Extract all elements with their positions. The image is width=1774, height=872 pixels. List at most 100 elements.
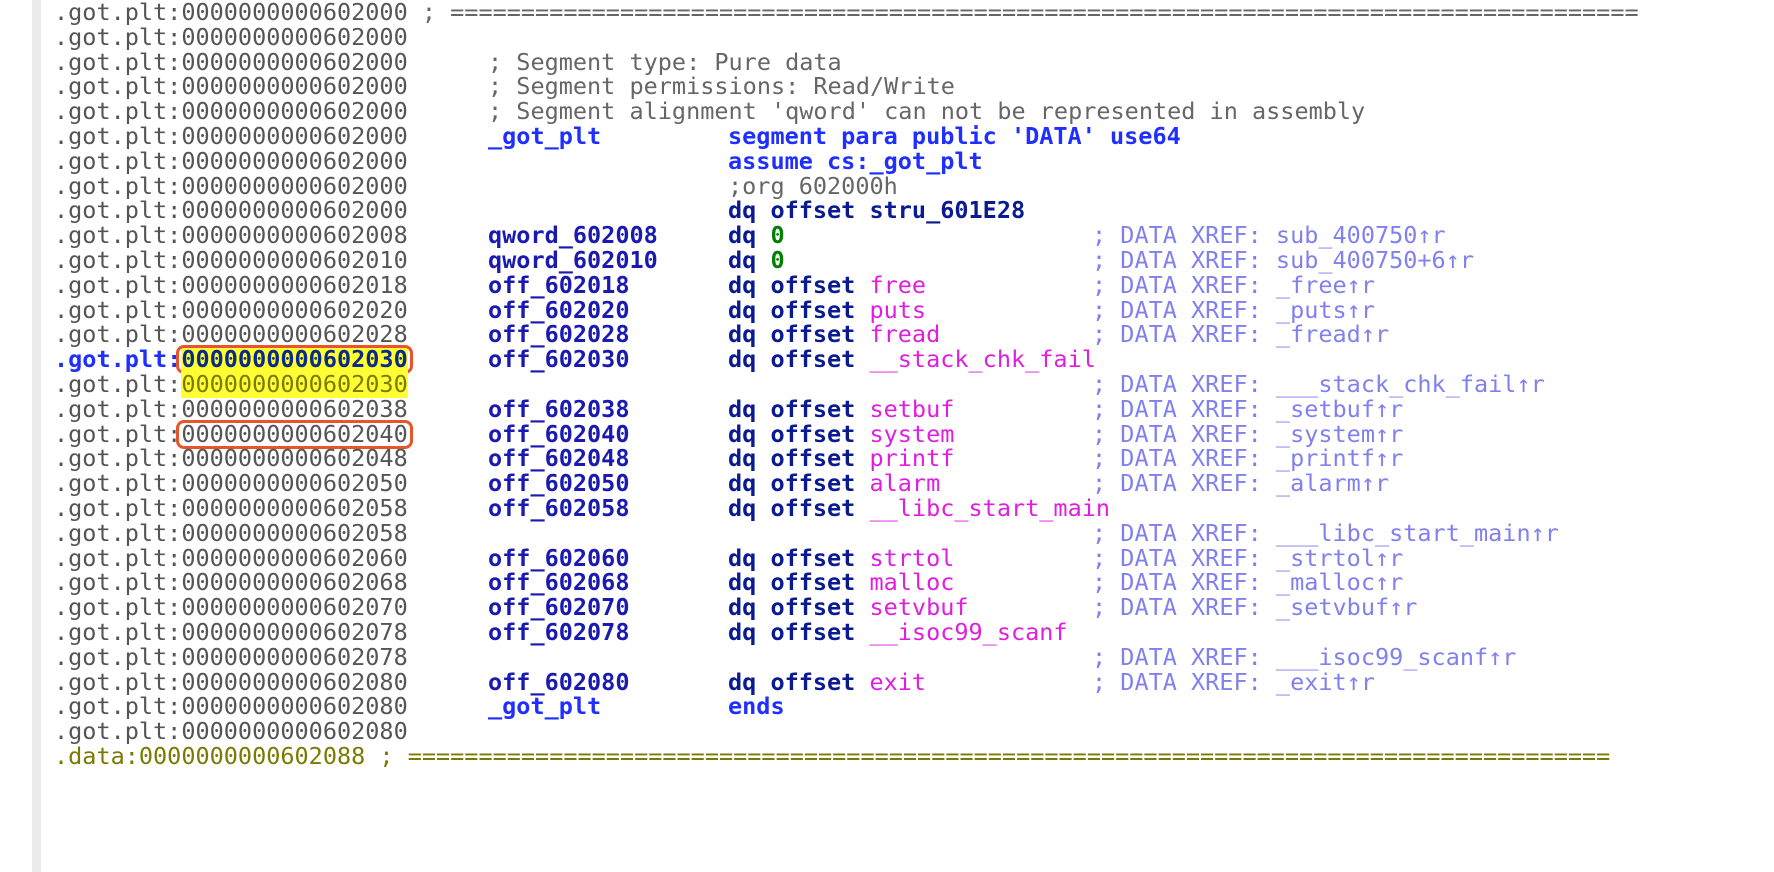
label-name[interactable]: qword_602010 xyxy=(488,248,658,273)
label-name[interactable]: off_602030 xyxy=(488,347,629,372)
operand[interactable]: setbuf xyxy=(855,395,954,423)
operand[interactable]: __isoc99_scanf xyxy=(855,618,1067,646)
instruction[interactable]: dq offset system xyxy=(728,420,954,448)
listing-row[interactable]: .got.plt:0000000000602040 off_602040 dq of… xyxy=(54,419,1774,449)
data-xref-comment[interactable]: ; DATA XREF: _system↑r xyxy=(1092,421,1403,447)
instruction[interactable]: dq offset __isoc99_scanf xyxy=(728,620,1068,645)
listing-row[interactable]: .got.plt:0000000000602000 ; ============… xyxy=(54,0,1774,25)
address[interactable]: 0000000000602070 xyxy=(181,593,407,621)
address[interactable]: 0000000000602000 xyxy=(181,147,407,175)
listing-row[interactable]: .got.plt:0000000000602018 off_602018 dq of… xyxy=(54,271,1774,299)
address[interactable]: 0000000000602058 xyxy=(181,494,407,522)
address[interactable]: 0000000000602080 xyxy=(181,668,407,696)
address[interactable]: 0000000000602058 xyxy=(181,519,407,547)
label-name[interactable]: off_602028 xyxy=(488,322,629,347)
operand[interactable]: system xyxy=(855,420,954,448)
data-xref-comment[interactable]: ; DATA XREF: _setvbuf↑r xyxy=(1092,595,1417,620)
address[interactable]: 0000000000602080 xyxy=(181,692,407,720)
instruction[interactable]: dq offset puts xyxy=(728,297,926,323)
operand[interactable]: alarm xyxy=(855,469,940,497)
listing-row[interactable]: .got.plt:0000000000602078 ; DATA XREF: __… xyxy=(54,643,1774,671)
listing-row[interactable]: .got.plt:0000000000602030 ; DATA XREF: __… xyxy=(54,369,1774,398)
listing-row[interactable]: .got.plt:0000000000602068 off_602068 dq of… xyxy=(54,570,1774,595)
listing-row[interactable]: .got.plt:0000000000602000 xyxy=(54,23,1774,51)
operand[interactable]: exit xyxy=(855,668,926,696)
listing-row[interactable]: .got.plt:0000000000602008 qword_602008 dq … xyxy=(54,223,1774,248)
listing-row[interactable]: .got.plt:0000000000602058 ; DATA XREF: __… xyxy=(54,519,1774,547)
listing-row[interactable]: .got.plt:0000000000602078 off_602078 dq of… xyxy=(54,620,1774,645)
address[interactable]: 0000000000602078 xyxy=(181,643,407,671)
address[interactable]: 0000000000602000 xyxy=(181,72,407,100)
label-name[interactable]: _got_plt xyxy=(488,124,601,149)
data-xref-comment[interactable]: ; DATA XREF: ___isoc99_scanf↑r xyxy=(1092,644,1516,670)
data-xref-comment[interactable]: ; DATA XREF: sub_400750+6↑r xyxy=(1092,248,1474,273)
listing-row[interactable]: .got.plt:0000000000602080 _got_plt ends xyxy=(54,694,1774,719)
instruction[interactable]: dq 0 xyxy=(728,223,785,248)
operand[interactable]: printf xyxy=(855,444,954,472)
operand[interactable]: malloc xyxy=(855,568,954,596)
address[interactable]: 0000000000602010 xyxy=(181,246,407,274)
operand[interactable]: __stack_chk_fail xyxy=(855,345,1095,373)
operand[interactable]: fread xyxy=(855,320,940,348)
instruction[interactable]: dq 0 xyxy=(728,248,785,273)
instruction[interactable]: segment para public 'DATA' use64 xyxy=(728,124,1181,149)
listing-row[interactable]: .got.plt:0000000000602000 ; Segment type:… xyxy=(54,49,1774,75)
data-xref-comment[interactable]: ; DATA XREF: _alarm↑r xyxy=(1092,471,1389,496)
instruction[interactable]: dq offset setvbuf xyxy=(728,595,969,620)
label-name[interactable]: off_602070 xyxy=(488,595,629,620)
address[interactable]: 0000000000602000 xyxy=(181,23,407,51)
address[interactable]: 0000000000602000 xyxy=(181,97,407,125)
instruction[interactable]: ends xyxy=(728,694,785,719)
label-name[interactable]: off_602068 xyxy=(488,570,629,595)
label-name[interactable]: off_602018 xyxy=(488,272,629,298)
listing-row[interactable]: .got.plt:0000000000602038 off_602038 dq of… xyxy=(54,395,1774,423)
listing-row[interactable]: .data:0000000000602088 ; ===============… xyxy=(54,744,1774,769)
address[interactable]: 0000000000602068 xyxy=(181,568,407,596)
address[interactable]: 0000000000602000 xyxy=(181,172,407,200)
listing-row[interactable]: .got.plt:0000000000602080 off_602080 dq of… xyxy=(54,668,1774,696)
listing-row[interactable]: .got.plt:0000000000602048 off_602048 dq of… xyxy=(54,446,1774,471)
address[interactable]: 0000000000602020 xyxy=(181,296,407,324)
instruction[interactable]: dq offset __libc_start_main xyxy=(728,496,1110,521)
instruction[interactable]: dq offset alarm xyxy=(728,471,940,496)
operand[interactable]: 0 xyxy=(756,221,784,249)
data-xref-comment[interactable]: ; DATA XREF: _setbuf↑r xyxy=(1092,396,1403,422)
address[interactable]: 0000000000602078 xyxy=(181,618,407,646)
listing-row[interactable]: .got.plt:0000000000602000 ;org 602000h xyxy=(54,172,1774,200)
instruction[interactable]: dq offset strtol xyxy=(728,545,954,571)
instruction[interactable]: dq offset fread xyxy=(728,322,940,347)
address[interactable]: 0000000000602028 xyxy=(181,320,407,348)
listing-row[interactable]: .got.plt:0000000000602070 off_602070 dq of… xyxy=(54,595,1774,620)
data-xref-comment[interactable]: ; DATA XREF: ___libc_start_main↑r xyxy=(1092,520,1559,546)
label-name[interactable]: off_602048 xyxy=(488,446,629,471)
address[interactable]: 0000000000602018 xyxy=(181,271,407,299)
label-name[interactable]: off_602050 xyxy=(488,471,629,496)
address[interactable]: 0000000000602050 xyxy=(181,469,407,497)
instruction[interactable]: dq offset free xyxy=(728,271,926,299)
label-name[interactable]: off_602020 xyxy=(488,297,629,323)
listing-row[interactable]: .got.plt:0000000000602000 ; Segment permi… xyxy=(54,74,1774,99)
listing-row[interactable]: .got.plt:0000000000602000 ; Segment align… xyxy=(54,99,1774,124)
listing-row[interactable]: .got.plt:0000000000602020 off_602020 dq of… xyxy=(54,296,1774,324)
operand[interactable]: __libc_start_main xyxy=(855,494,1110,522)
listing-row[interactable]: .got.plt:0000000000602010 qword_602010 dq … xyxy=(54,248,1774,273)
address[interactable]: 0000000000602048 xyxy=(181,444,407,472)
disassembly-listing[interactable]: .got.plt:0000000000602000 ; ============… xyxy=(54,0,1774,872)
address[interactable]: 0000000000602060 xyxy=(181,544,407,572)
address[interactable]: 0000000000602000 xyxy=(181,122,407,150)
instruction[interactable]: dq offset printf xyxy=(728,446,954,471)
data-xref-comment[interactable]: ; DATA XREF: _free↑r xyxy=(1092,272,1375,298)
data-xref-comment[interactable]: ; DATA XREF: _fread↑r xyxy=(1092,322,1389,347)
operand[interactable]: free xyxy=(855,271,926,299)
listing-row[interactable]: .got.plt:0000000000602000 _got_plt segment… xyxy=(54,124,1774,149)
label-name[interactable]: qword_602008 xyxy=(488,223,658,248)
instruction[interactable]: dq offset exit xyxy=(728,668,926,696)
listing-row[interactable]: .got.plt:0000000000602080 xyxy=(54,719,1774,744)
label-name[interactable]: off_602078 xyxy=(488,620,629,645)
instruction[interactable]: dq offset stru_601E28 xyxy=(728,198,1025,223)
listing-row[interactable]: .got.plt:0000000000602000 dq offset stru_… xyxy=(54,198,1774,223)
address[interactable]: 0000000000602030 xyxy=(181,369,408,398)
instruction[interactable]: dq offset malloc xyxy=(728,570,954,595)
listing-row[interactable]: .got.plt:0000000000602028 off_602028 dq of… xyxy=(54,322,1774,347)
data-xref-comment[interactable]: ; DATA XREF: _printf↑r xyxy=(1092,446,1403,471)
